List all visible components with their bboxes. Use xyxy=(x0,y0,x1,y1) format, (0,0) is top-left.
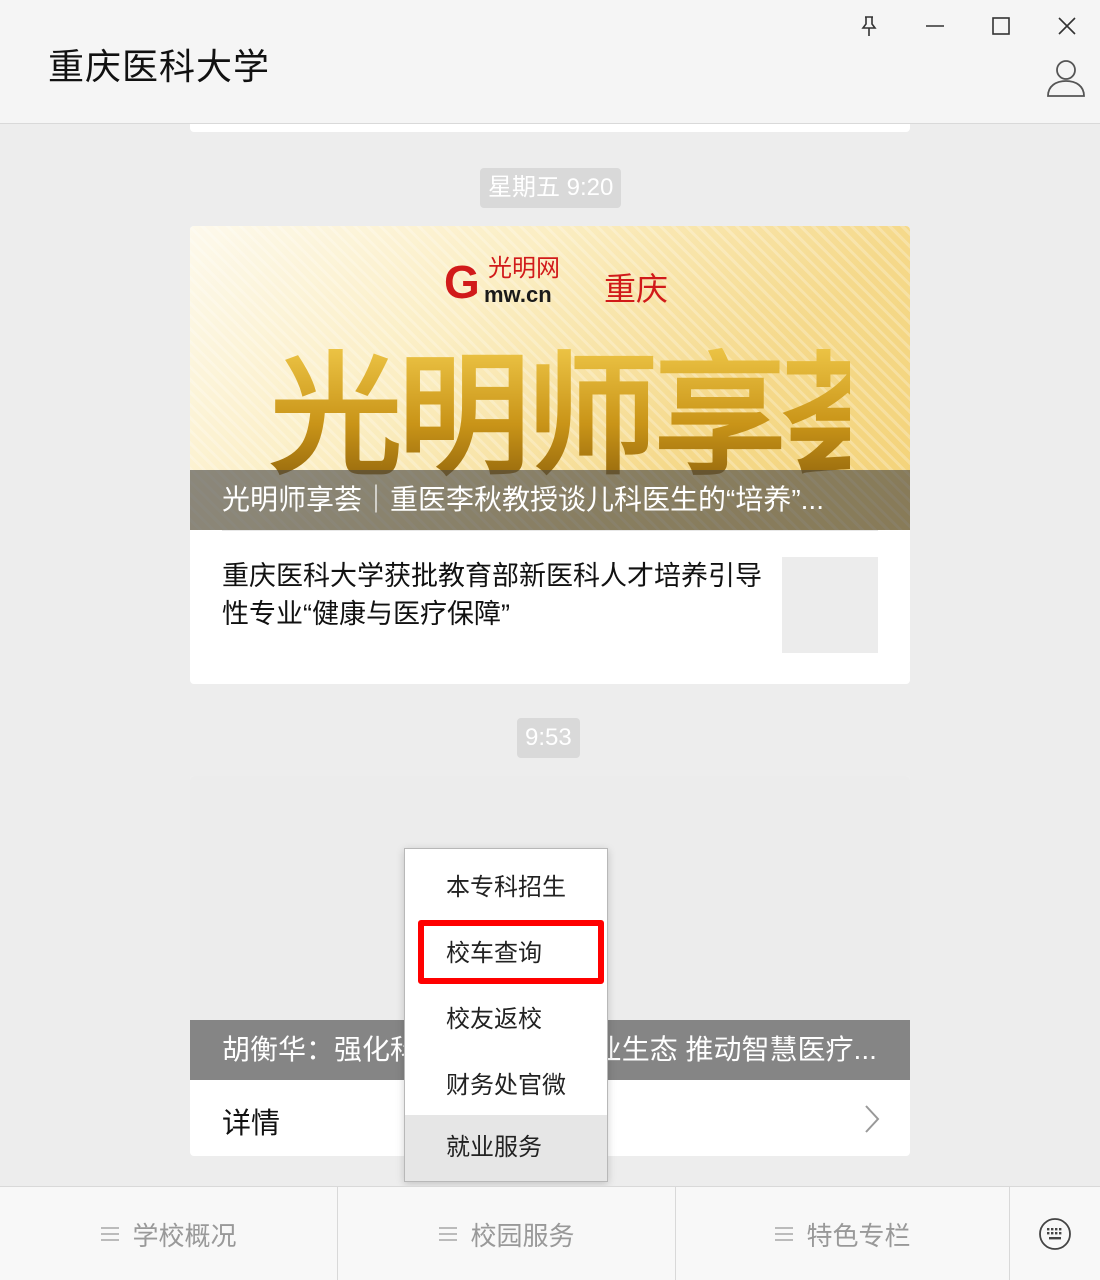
account-title: 重庆医科大学 xyxy=(48,46,271,87)
menu-item-alumni-return[interactable]: 校友返校 xyxy=(405,987,607,1053)
user-icon[interactable] xyxy=(1046,56,1086,100)
menu-tab-campus-service[interactable]: 校园服务 xyxy=(338,1187,675,1280)
timestamp-badge: 星期五 9:20 xyxy=(480,168,622,208)
article-card[interactable]: G 光明网 mw.cn 重庆 光明师享荟 光明师享荟｜重医李秋教授谈儿科医生的“… xyxy=(190,226,910,684)
svg-text:G: G xyxy=(444,256,480,308)
menu-icon xyxy=(439,1227,458,1241)
service-popup-menu: 本专科招生 校车查询 校友返校 财务处官微 就业服务 xyxy=(404,848,608,1182)
chevron-right-icon xyxy=(865,1105,880,1133)
timestamp-badge: 9:53 xyxy=(517,718,580,758)
calligraphy-title: 光明师享荟 xyxy=(270,326,910,494)
sub-article-item[interactable]: 重庆医科大学获批教育部新医科人才培养引导性专业“健康与医疗保障” xyxy=(222,530,878,684)
keyboard-icon[interactable] xyxy=(1010,1187,1100,1280)
tab-label: 特色专栏 xyxy=(806,1220,911,1251)
close-icon[interactable] xyxy=(1047,6,1087,46)
menu-item-employment[interactable]: 就业服务 xyxy=(405,1115,607,1181)
article-banner-image[interactable]: G 光明网 mw.cn 重庆 光明师享荟 光明师享荟｜重医李秋教授谈儿科医生的“… xyxy=(190,226,910,530)
window-header: 重庆医科大学 xyxy=(0,0,1100,124)
bottom-menu-bar: 学校概况 校园服务 特色专栏 xyxy=(0,1186,1100,1280)
sub-article-thumbnail xyxy=(782,557,878,653)
sub-article-title: 重庆医科大学获批教育部新医科人才培养引导性专业“健康与医疗保障” xyxy=(222,561,762,629)
menu-icon xyxy=(775,1227,794,1241)
pin-icon[interactable] xyxy=(849,6,889,46)
calligraphy-text: 光明师享荟 xyxy=(270,339,850,486)
menu-icon xyxy=(101,1227,120,1241)
tab-label: 校园服务 xyxy=(470,1220,575,1251)
detail-label: 详情 xyxy=(222,1108,281,1140)
gmw-logo: G 光明网 mw.cn 重庆 xyxy=(444,250,684,310)
logo-city: 重庆 xyxy=(604,271,668,307)
menu-tab-school-overview[interactable]: 学校概况 xyxy=(0,1187,337,1280)
highlight-box xyxy=(418,920,604,984)
article-caption[interactable]: 光明师享荟｜重医李秋教授谈儿科医生的“培养”... xyxy=(190,470,910,530)
minimize-icon[interactable] xyxy=(915,6,955,46)
menu-tab-featured-column[interactable]: 特色专栏 xyxy=(676,1187,1009,1280)
tab-label: 学校概况 xyxy=(132,1220,237,1251)
logo-domain: mw.cn xyxy=(484,282,552,307)
menu-item-finance-official[interactable]: 财务处官微 xyxy=(405,1053,607,1119)
maximize-icon[interactable] xyxy=(981,6,1021,46)
logo-text: 光明网 xyxy=(488,254,560,282)
previous-card-edge xyxy=(190,124,910,132)
menu-item-admissions[interactable]: 本专科招生 xyxy=(405,855,607,921)
